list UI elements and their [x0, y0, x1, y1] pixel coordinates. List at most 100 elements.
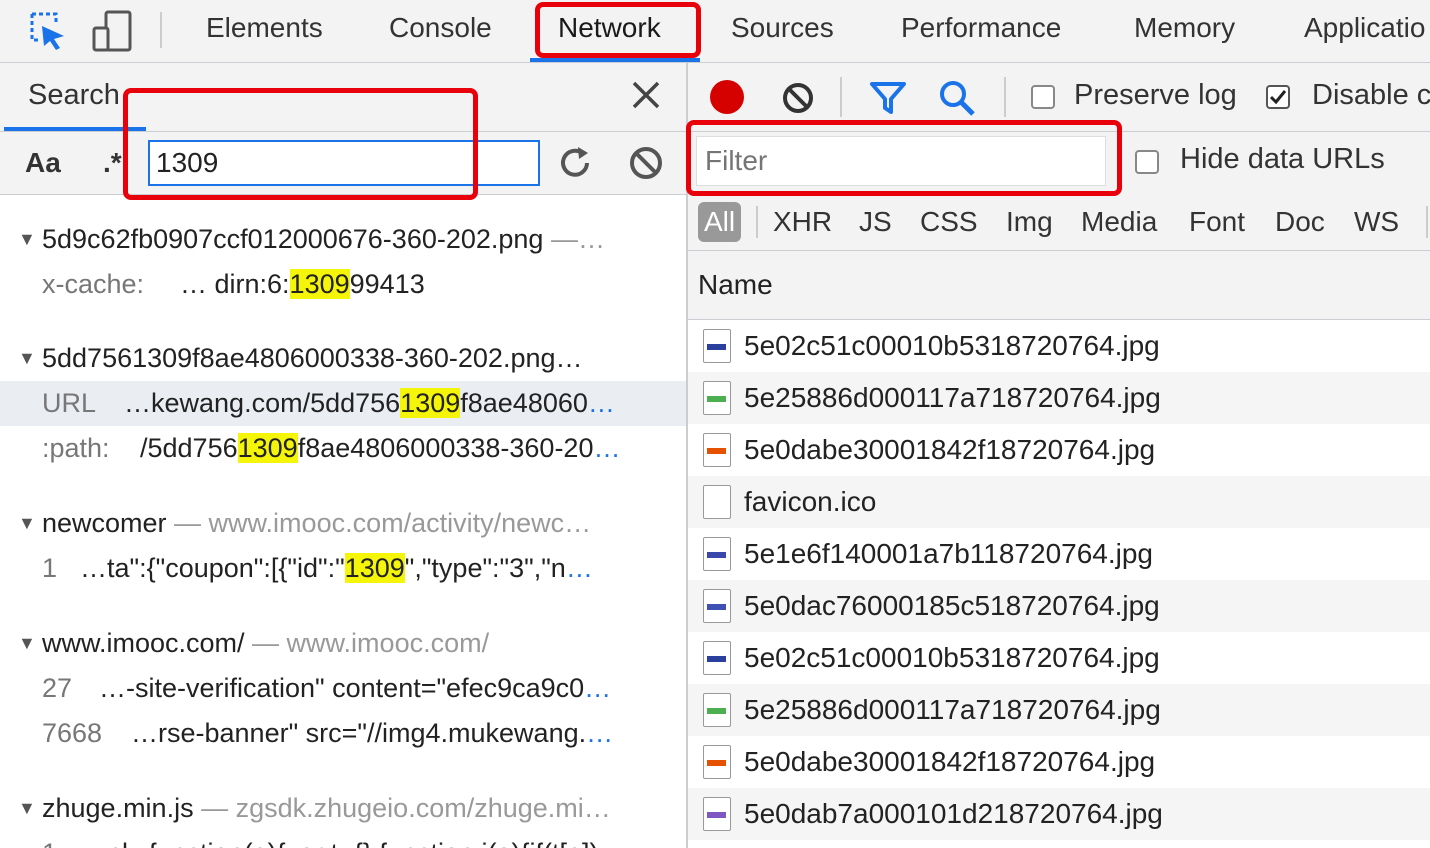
match-post: 99413	[349, 269, 425, 299]
search-match-line[interactable]: x-cache: … dirn:6:130999413	[0, 262, 686, 307]
search-match-line[interactable]: 1 …ta":{"coupon":[{"id":"1309","type":"3…	[0, 546, 686, 591]
match-highlight: 1309	[400, 388, 461, 418]
type-filter-media[interactable]: Media	[1081, 202, 1157, 242]
filter-icon[interactable]	[869, 79, 907, 117]
clear-icon[interactable]	[627, 144, 665, 182]
result-file-name: www.imooc.com/	[42, 628, 245, 658]
search-match-line[interactable]: 27 …-site-verification" content="efec9ca…	[0, 666, 686, 711]
match-post: f8ae48060	[460, 388, 588, 418]
thumbnail-band	[707, 604, 726, 610]
expand-triangle-icon[interactable]: ▼	[18, 786, 36, 831]
regex-toggle[interactable]: .*	[103, 132, 122, 194]
match-highlight: 1309	[289, 269, 350, 299]
request-row[interactable]: 5e0dabe30001842f18720764.jpg	[688, 424, 1430, 476]
image-file-icon	[703, 641, 731, 675]
match-ellipsis: …	[586, 718, 614, 748]
match-line-label: 1	[42, 553, 58, 583]
refresh-icon[interactable]	[556, 144, 594, 182]
search-result-file[interactable]: ▼ 5d9c62fb0907ccf012000676-360-202.png —…	[0, 217, 686, 262]
filter-input[interactable]	[696, 136, 1106, 186]
file-icon	[703, 485, 731, 519]
request-name: 5e25886d000117a718720764.jpg	[744, 694, 1161, 725]
clear-log-icon[interactable]	[780, 80, 816, 116]
expand-triangle-icon[interactable]: ▼	[18, 336, 36, 381]
tab-elements[interactable]: Elements	[206, 0, 323, 62]
tab-network[interactable]: Network	[558, 0, 661, 62]
result-file-name: newcomer	[42, 508, 167, 538]
match-highlight: 1309	[237, 433, 298, 463]
search-match-line[interactable]: 7668 …rse-banner" src="//img4.mukewang.…	[0, 711, 686, 756]
search-result-file[interactable]: ▼ www.imooc.com/ — www.imooc.com/	[0, 621, 686, 666]
match-line-label: 7668	[42, 718, 103, 748]
thumbnail-band	[707, 552, 726, 558]
match-ellipsis: …	[593, 433, 621, 463]
hide-data-urls-checkbox[interactable]	[1135, 150, 1159, 174]
type-filter-ws[interactable]: WS	[1354, 202, 1399, 242]
request-row[interactable]: 5e0dabe30001842f18720764.jpg	[688, 736, 1430, 788]
expand-triangle-icon[interactable]: ▼	[18, 621, 36, 666]
active-tab-indicator	[530, 58, 700, 62]
request-name: favicon.ico	[744, 486, 877, 517]
request-row[interactable]: 5e0dab7a000101d218720764.jpg	[688, 788, 1430, 840]
tab-sources[interactable]: Sources	[731, 0, 834, 62]
image-file-icon	[703, 329, 731, 363]
result-file-url: — www.imooc.com/	[244, 628, 490, 658]
request-row[interactable]: 5e02c51c00010b5318720764.jpg	[688, 320, 1430, 372]
thumbnail-band	[707, 812, 726, 818]
type-filter-img[interactable]: Img	[1006, 202, 1053, 242]
toolbar-divider	[840, 77, 842, 117]
hide-data-urls-label: Hide data URLs	[1180, 143, 1385, 175]
request-row[interactable]: 5e25886d000117a718720764.jpg	[688, 372, 1430, 424]
type-filter-js[interactable]: JS	[859, 202, 892, 242]
type-filter-doc[interactable]: Doc	[1275, 202, 1325, 242]
search-icon[interactable]	[938, 79, 976, 117]
network-panel: Preserve log Disable c Hide data URLs Al…	[688, 63, 1430, 848]
type-filter-css[interactable]: CSS	[920, 202, 978, 242]
match-line-label: 27	[42, 673, 73, 703]
match-ellipsis: …	[587, 388, 615, 418]
request-row[interactable]: 5e1e6f140001a7b118720764.jpg	[688, 528, 1430, 580]
resource-type-filter-bar: All XHR JS CSS Img Media Font Doc WS	[688, 194, 1430, 251]
column-name-header[interactable]: Name	[698, 251, 773, 319]
search-result-file[interactable]: ▼ zhuge.min.js — zgsdk.zhugeio.com/zhuge…	[0, 786, 686, 831]
search-match-line[interactable]: 1 …ply function(e){var t={},function i(e…	[0, 831, 686, 848]
image-file-icon	[703, 537, 731, 571]
search-match-line[interactable]: :path: /5dd7561309f8ae4806000338-360-20…	[0, 426, 686, 471]
type-filter-all[interactable]: All	[698, 202, 742, 242]
result-file-name: 5d9c62fb0907ccf012000676-360-202.png	[42, 224, 544, 254]
search-tab[interactable]: Search	[28, 63, 120, 127]
expand-triangle-icon[interactable]: ▼	[18, 501, 36, 546]
inspect-element-icon[interactable]	[26, 10, 68, 52]
request-row[interactable]: 5e0dac76000185c518720764.jpg	[688, 580, 1430, 632]
search-result-file[interactable]: ▼ 5dd7561309f8ae4806000338-360-202.png…	[0, 336, 686, 381]
tab-performance[interactable]: Performance	[901, 0, 1061, 62]
tab-application[interactable]: Applicatio	[1304, 0, 1425, 62]
thumbnail-band	[707, 760, 726, 766]
request-row[interactable]: 5e02c51c00010b5318720764.jpg	[688, 632, 1430, 684]
image-file-icon	[703, 797, 731, 831]
record-icon[interactable]	[710, 80, 744, 114]
toolbar-divider	[160, 12, 162, 48]
match-case-toggle[interactable]: Aa	[25, 132, 61, 194]
toolbar-divider	[1426, 206, 1428, 238]
disable-cache-checkbox[interactable]	[1266, 85, 1290, 109]
search-input[interactable]	[148, 140, 540, 186]
expand-triangle-icon[interactable]: ▼	[18, 217, 36, 262]
search-match-line[interactable]: URL …kewang.com/5dd7561309f8ae48060…	[0, 381, 686, 426]
request-name: 5e0dab7a000101d218720764.jpg	[744, 798, 1163, 829]
disable-cache-label: Disable c	[1312, 79, 1430, 111]
close-icon[interactable]	[628, 77, 664, 113]
result-file-url: — zgsdk.zhugeio.com/zhuge.mi…	[193, 793, 611, 823]
type-filter-font[interactable]: Font	[1189, 202, 1245, 242]
preserve-log-checkbox[interactable]	[1031, 85, 1055, 109]
request-row[interactable]: favicon.ico	[688, 476, 1430, 528]
tab-memory[interactable]: Memory	[1134, 0, 1235, 62]
match-pre: …rse-banner" src="//img4.mukewang.	[131, 718, 587, 748]
search-result-file[interactable]: ▼ newcomer — www.imooc.com/activity/newc…	[0, 501, 686, 546]
match-line-label: URL	[42, 388, 97, 418]
type-filter-xhr[interactable]: XHR	[773, 202, 832, 242]
request-row[interactable]: 5e25886d000117a718720764.jpg	[688, 684, 1430, 736]
device-toolbar-icon[interactable]	[92, 8, 134, 54]
match-pre: …-site-verification" content="efec9ca9c0	[99, 673, 585, 703]
tab-console[interactable]: Console	[389, 0, 492, 62]
